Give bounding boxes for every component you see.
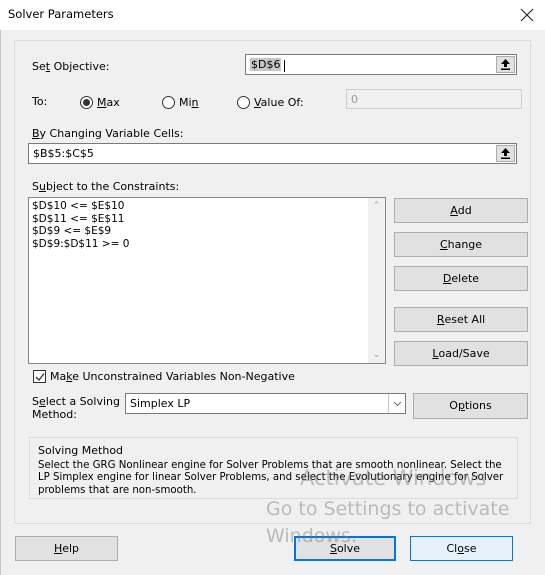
changing-cells-collapse-button[interactable] [496, 145, 515, 162]
chevron-down-icon [393, 401, 401, 407]
close-dialog-button[interactable]: Close [410, 536, 513, 561]
changing-cells-value: $B$5:$C$5 [33, 147, 94, 160]
to-label: To: [32, 95, 48, 108]
label-part: oad/Save [438, 347, 490, 360]
label-part: Objective: [50, 60, 110, 73]
changing-cells-label: By Changing Variable Cells: [32, 127, 183, 140]
changing-cells-input[interactable]: $B$5:$C$5 [28, 143, 517, 164]
label-part: olve [336, 542, 361, 555]
parameters-panel: Set Objective: $D$6 To: Max Min Value Of… [14, 40, 531, 524]
label-part: hange [447, 238, 483, 251]
label-part: tions [464, 399, 492, 412]
mnemonic: n [191, 96, 199, 109]
mnemonic: M [97, 96, 107, 109]
label-part: S [32, 395, 39, 408]
value-of-radio[interactable] [237, 96, 250, 109]
mnemonic: S [329, 542, 337, 555]
value-of-value: 0 [351, 93, 358, 106]
mnemonic: p [457, 399, 465, 412]
set-objective-label: Set Objective: [32, 60, 109, 73]
label-part: e Unconstrained Variables Non-Negative [72, 370, 295, 383]
label-part: Se [32, 60, 46, 73]
label-part: Method: [32, 407, 77, 421]
label-part: S [32, 180, 39, 193]
max-radio[interactable] [80, 96, 93, 109]
min-label[interactable]: Min [179, 96, 199, 109]
options-button[interactable]: Options [413, 393, 528, 419]
mnemonic: C [439, 238, 448, 251]
label-part: O [449, 399, 458, 412]
change-button[interactable]: Change [394, 232, 528, 257]
mnemonic: D [442, 272, 452, 285]
mnemonic: A [450, 204, 458, 217]
constraints-items: $D$10 <= $E$10 $D$11 <= $E$11 $D$9 <= $E… [32, 200, 129, 250]
mnemonic: R [436, 313, 445, 326]
label-part: elete [451, 272, 480, 285]
scroll-up-icon[interactable]: ⌃ [368, 201, 385, 211]
label-part: alue Of: [260, 96, 304, 109]
value-of-input: 0 [346, 89, 522, 109]
constraint-item[interactable]: $D$9 <= $E$9 [32, 225, 129, 238]
label-part: lect a Solving [45, 395, 120, 408]
solving-method-title: Solving Method [38, 444, 124, 457]
mnemonic: u [38, 180, 46, 193]
help-button[interactable]: Help [15, 536, 118, 561]
label-part: ax [106, 96, 120, 109]
reset-all-button[interactable]: Reset All [394, 307, 528, 332]
constraint-item[interactable]: $D$10 <= $E$10 [32, 200, 129, 213]
label-part: y Changing Variable Cells: [39, 127, 184, 140]
solving-method-description: Select the GRG Nonlinear engine for Solv… [38, 460, 504, 496]
dialog-title: Solver Parameters [8, 7, 114, 21]
label-part: Mi [179, 96, 192, 109]
close-icon [520, 8, 534, 22]
mnemonic: V [254, 96, 261, 109]
label-part: Ma [50, 370, 67, 383]
window-edge [0, 30, 2, 575]
mnemonic: o [457, 542, 464, 555]
mnemonic: B [32, 127, 40, 140]
label-part: elp [62, 542, 80, 555]
text-caret [284, 60, 285, 72]
collapse-arrow-icon [501, 59, 510, 70]
collapse-arrow-icon [501, 148, 510, 159]
set-objective-input[interactable]: $D$6 [245, 54, 517, 75]
label-part: bject to the Constraints: [45, 180, 180, 193]
label-part: Cl [446, 542, 458, 555]
load-save-button[interactable]: Load/Save [394, 341, 528, 366]
delete-button[interactable]: Delete [394, 266, 528, 291]
label-part: eset All [444, 313, 486, 326]
constraints-list[interactable]: $D$10 <= $E$10 $D$11 <= $E$11 $D$9 <= $E… [28, 197, 386, 364]
label-part: se [463, 542, 477, 555]
constraint-item[interactable]: $D$11 <= $E$11 [32, 213, 129, 226]
objective-collapse-button[interactable] [496, 56, 515, 73]
solve-button[interactable]: Solve [294, 536, 396, 561]
constraint-item[interactable]: $D$9:$D$11 >= 0 [32, 238, 129, 251]
constraints-label: Subject to the Constraints: [32, 180, 179, 193]
solving-method-label: Select a Solving Method: [32, 395, 120, 421]
non-negative-label[interactable]: Make Unconstrained Variables Non-Negativ… [50, 370, 295, 383]
solving-method-value: Simplex LP [130, 397, 191, 410]
solving-method-info: Solving Method Select the GRG Nonlinear … [29, 437, 518, 499]
min-radio[interactable] [162, 96, 175, 109]
objective-value: $D$6 [250, 58, 282, 71]
solving-method-select[interactable]: Simplex LP [125, 393, 406, 414]
dropdown-button[interactable] [388, 394, 405, 413]
close-button[interactable] [515, 3, 539, 27]
mnemonic: H [53, 542, 63, 555]
non-negative-checkbox[interactable] [33, 370, 46, 383]
scroll-down-icon[interactable]: ⌄ [368, 350, 385, 360]
max-label[interactable]: Max [97, 96, 120, 109]
constraints-scrollbar[interactable]: ⌃ ⌄ [368, 198, 385, 363]
mnemonic: e [38, 395, 46, 408]
checkmark-icon [35, 373, 45, 381]
title-bar: Solver Parameters [0, 0, 545, 30]
add-button[interactable]: Add [394, 198, 528, 223]
value-of-label[interactable]: Value Of: [254, 96, 304, 109]
label-part: dd [457, 204, 472, 217]
